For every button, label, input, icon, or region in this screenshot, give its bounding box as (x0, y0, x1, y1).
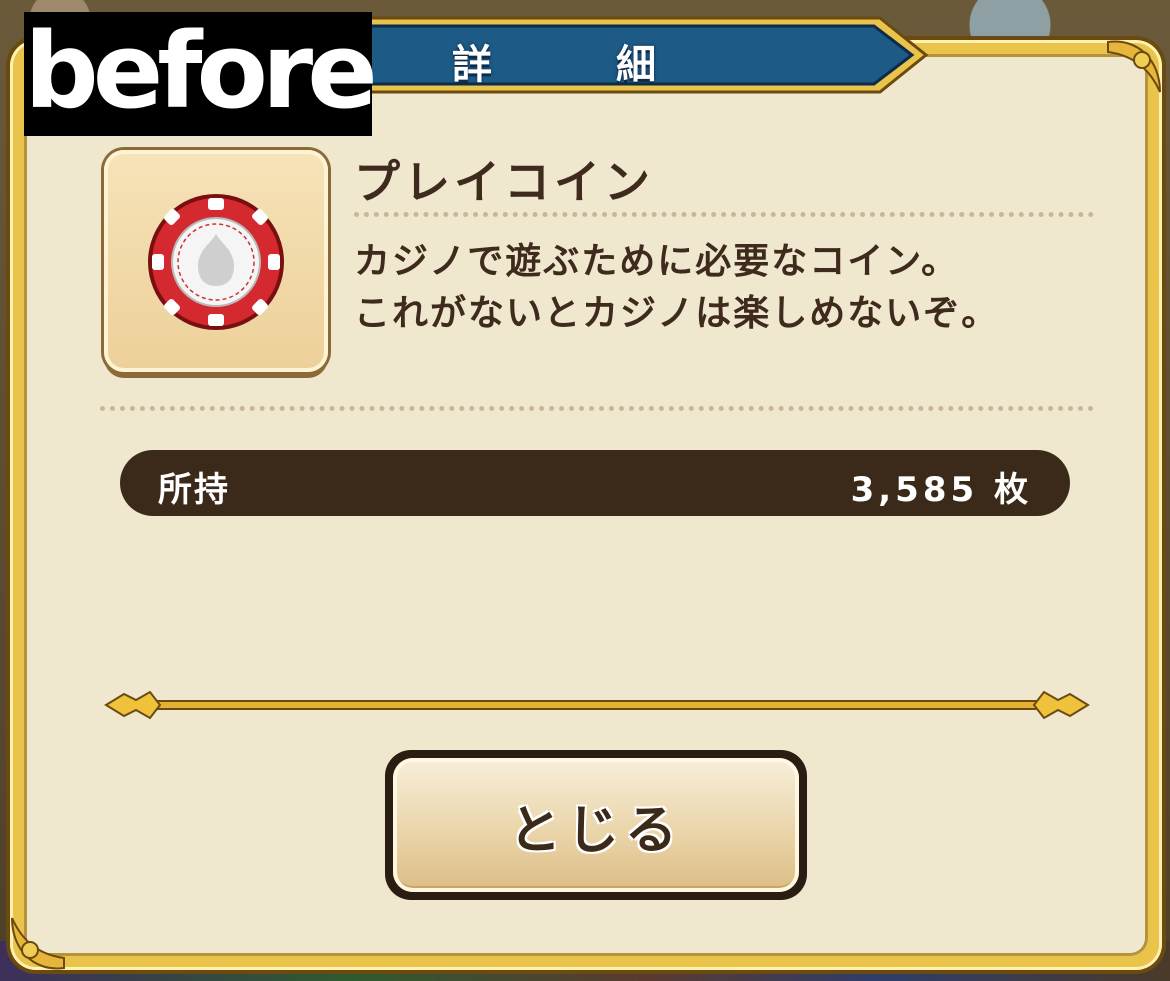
title-banner: 詳 細 (280, 14, 930, 96)
close-button[interactable]: とじる (385, 750, 807, 900)
description-line: これがないとカジノは楽しめないぞ。 (354, 293, 1000, 334)
name-divider (354, 212, 1094, 217)
dialog-panel: プレイコイン カジノで遊ぶために必要なコイン。 これがないとカジノは楽しめないぞ… (24, 54, 1148, 956)
item-detail-dialog: プレイコイン カジノで遊ぶために必要なコイン。 これがないとカジノは楽しめないぞ… (10, 40, 1162, 970)
item-description: カジノで遊ぶために必要なコイン。 これがないとカジノは楽しめないぞ。 (354, 236, 1094, 340)
item-name: プレイコイン (354, 155, 654, 209)
owned-count-bar: 所持 3,585 枚 (120, 450, 1070, 516)
before-overlay-label: before (24, 12, 378, 136)
casino-chip-icon (148, 194, 284, 330)
description-line: カジノで遊ぶために必要なコイン。 (354, 241, 960, 282)
ornament-corner-icon (1107, 40, 1161, 93)
owned-value: 3,585 枚 (850, 470, 1032, 510)
close-button-face: とじる (393, 758, 799, 892)
owned-label: 所持 (158, 470, 230, 510)
item-icon-tile (104, 150, 328, 372)
ornamental-divider (104, 690, 1090, 720)
section-divider (100, 406, 1094, 411)
ornament-corner-icon (11, 917, 65, 970)
close-button-label: とじる (508, 800, 683, 861)
